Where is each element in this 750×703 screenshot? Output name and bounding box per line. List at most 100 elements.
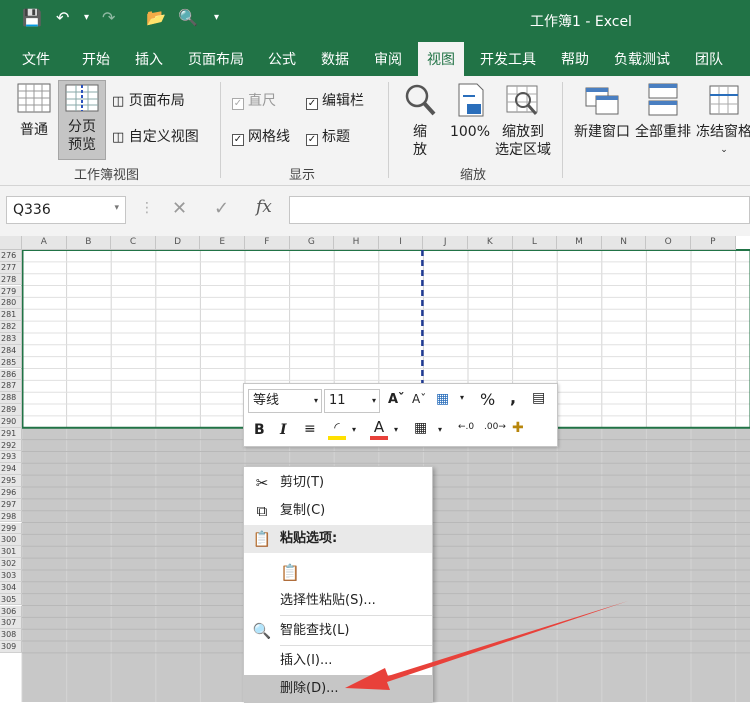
page-break-preview-button[interactable]: 分页 预览 xyxy=(58,80,106,160)
formula-bar-checkbox[interactable]: ✓编辑栏 xyxy=(306,92,364,110)
column-header[interactable]: L xyxy=(513,236,558,250)
row-header[interactable]: 278 xyxy=(0,274,22,286)
font-color-dropdown-icon[interactable]: ▾ xyxy=(394,425,398,434)
tab-file[interactable]: 文件 xyxy=(22,49,50,69)
column-header[interactable]: O xyxy=(646,236,691,250)
tab-load-test[interactable]: 负载测试 xyxy=(614,49,670,69)
headings-checkbox[interactable]: ✓标题 xyxy=(306,128,350,146)
row-header[interactable]: 277 xyxy=(0,262,22,274)
font-size-combo[interactable]: 11▾ xyxy=(324,389,380,413)
format-dropdown-icon[interactable]: ▾ xyxy=(460,393,464,402)
menu-item-paste-special[interactable]: 选择性粘贴(S)... xyxy=(244,587,432,615)
enter-icon[interactable]: ✓ xyxy=(214,198,229,219)
arrange-all-button[interactable]: 全部重排 xyxy=(633,82,693,141)
borders-dropdown-icon[interactable]: ▾ xyxy=(438,425,442,434)
column-header[interactable]: E xyxy=(200,236,245,250)
column-header[interactable]: M xyxy=(557,236,602,250)
borders-icon[interactable]: ▦ xyxy=(414,420,427,436)
column-header[interactable]: A xyxy=(22,236,67,250)
row-header[interactable]: 282 xyxy=(0,321,22,333)
row-header[interactable]: 288 xyxy=(0,392,22,404)
print-preview-icon[interactable]: 🔍 xyxy=(178,8,198,27)
zoom-100-button[interactable]: 100% xyxy=(448,82,492,141)
decrease-font-icon[interactable]: Aˇ xyxy=(412,392,426,406)
zoom-to-selection-button[interactable]: 缩放到 选定区域 xyxy=(494,82,552,159)
zoom-button[interactable]: 缩 放 xyxy=(400,82,440,159)
column-header[interactable]: K xyxy=(468,236,513,250)
align-center-icon[interactable]: ≡ xyxy=(304,421,316,437)
tab-developer[interactable]: 开发工具 xyxy=(480,49,536,69)
row-header[interactable]: 287 xyxy=(0,380,22,392)
tab-data[interactable]: 数据 xyxy=(321,49,349,69)
menu-item-paste[interactable]: 📋 xyxy=(244,555,432,589)
fill-color-icon[interactable]: ◜ xyxy=(328,420,346,440)
row-header[interactable]: 283 xyxy=(0,333,22,345)
row-header[interactable]: 296 xyxy=(0,487,22,499)
page-layout-view-button[interactable]: ◫ 页面布局 xyxy=(112,92,185,111)
size-dropdown-icon[interactable]: ▾ xyxy=(372,390,376,412)
row-header[interactable]: 292 xyxy=(0,440,22,452)
comma-style-icon[interactable]: , xyxy=(510,388,516,407)
row-header[interactable]: 305 xyxy=(0,594,22,606)
save-icon[interactable]: 💾 xyxy=(22,8,42,27)
customize-qat-icon[interactable]: ▾ xyxy=(214,12,219,23)
row-header[interactable]: 291 xyxy=(0,428,22,440)
column-header[interactable]: N xyxy=(602,236,647,250)
row-header[interactable]: 289 xyxy=(0,404,22,416)
increase-decimal-icon[interactable]: ←.0 xyxy=(458,422,474,432)
new-window-button[interactable]: 新建窗口 xyxy=(572,82,632,141)
row-header[interactable]: 293 xyxy=(0,451,22,463)
tab-team[interactable]: 团队 xyxy=(695,49,723,69)
column-header[interactable]: P xyxy=(691,236,736,250)
tab-view[interactable]: 视图 xyxy=(418,42,464,76)
column-header[interactable]: F xyxy=(245,236,290,250)
font-color-icon[interactable]: A xyxy=(370,418,388,440)
row-header[interactable]: 286 xyxy=(0,369,22,381)
undo-dropdown-icon[interactable]: ▾ xyxy=(84,12,89,23)
cancel-icon[interactable]: ✕ xyxy=(172,198,187,219)
tab-insert[interactable]: 插入 xyxy=(135,49,163,69)
freeze-dropdown-icon[interactable]: ⌄ xyxy=(694,141,750,159)
row-header[interactable]: 301 xyxy=(0,546,22,558)
row-header[interactable]: 298 xyxy=(0,511,22,523)
font-name-combo[interactable]: 等线▾ xyxy=(248,389,322,413)
column-header[interactable]: J xyxy=(423,236,468,250)
row-header[interactable]: 281 xyxy=(0,309,22,321)
row-header[interactable]: 306 xyxy=(0,606,22,618)
bold-icon[interactable]: B xyxy=(254,422,265,438)
row-header[interactable]: 297 xyxy=(0,499,22,511)
gridlines-checkbox[interactable]: ✓网格线 xyxy=(232,128,290,146)
tab-page-layout[interactable]: 页面布局 xyxy=(188,49,244,69)
decrease-decimal-icon[interactable]: .00→ xyxy=(484,422,506,432)
row-header[interactable]: 280 xyxy=(0,297,22,309)
tab-review[interactable]: 审阅 xyxy=(374,49,402,69)
row-header[interactable]: 285 xyxy=(0,357,22,369)
select-all-corner[interactable] xyxy=(0,236,22,250)
row-header[interactable]: 276 xyxy=(0,250,22,262)
name-box[interactable]: Q336▾ xyxy=(6,196,126,224)
column-header[interactable]: H xyxy=(334,236,379,250)
name-box-dropdown-icon[interactable]: ▾ xyxy=(114,203,119,213)
font-dropdown-icon[interactable]: ▾ xyxy=(314,390,318,412)
row-header[interactable]: 304 xyxy=(0,582,22,594)
fill-dropdown-icon[interactable]: ▾ xyxy=(352,425,356,434)
column-header[interactable]: G xyxy=(290,236,335,250)
increase-font-icon[interactable]: Aˇ xyxy=(388,392,405,407)
row-header[interactable]: 308 xyxy=(0,629,22,641)
custom-views-button[interactable]: ◫ 自定义视图 xyxy=(112,128,199,147)
merge-center-icon[interactable]: ▤ xyxy=(532,390,545,406)
row-header[interactable]: 300 xyxy=(0,534,22,546)
column-header[interactable]: C xyxy=(111,236,156,250)
column-header[interactable]: I xyxy=(379,236,424,250)
open-folder-icon[interactable]: 📂 xyxy=(146,8,166,27)
row-header[interactable]: 299 xyxy=(0,523,22,535)
row-header[interactable]: 302 xyxy=(0,558,22,570)
tab-formulas[interactable]: 公式 xyxy=(268,49,296,69)
menu-item-cut[interactable]: ✂剪切(T) xyxy=(244,469,432,497)
menu-item-smart-lookup[interactable]: 🔍智能查找(L) xyxy=(244,617,432,645)
freeze-panes-button[interactable]: 冻结窗格 ⌄ xyxy=(694,82,750,159)
format-painter-icon[interactable]: ▦ xyxy=(436,391,449,407)
insert-function-icon[interactable]: fx xyxy=(256,197,272,217)
row-header[interactable]: 303 xyxy=(0,570,22,582)
column-header[interactable]: D xyxy=(156,236,201,250)
